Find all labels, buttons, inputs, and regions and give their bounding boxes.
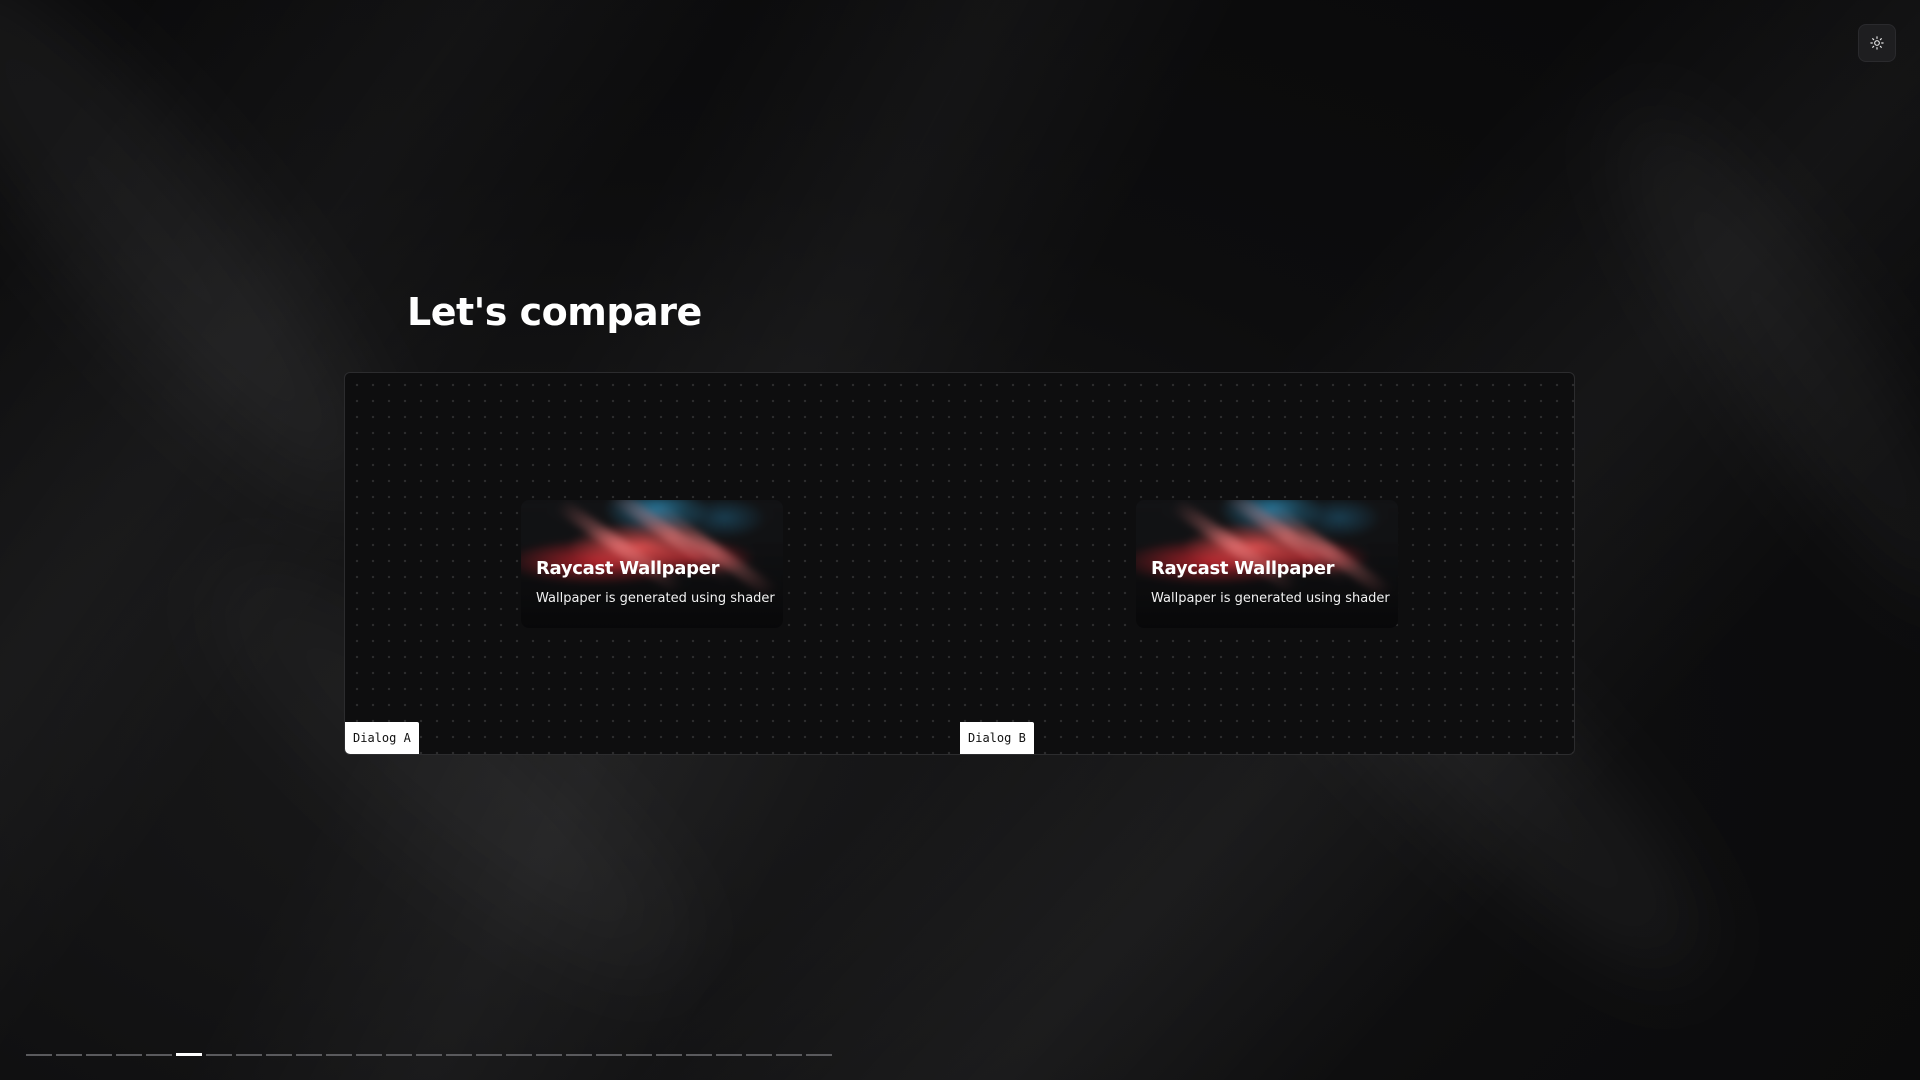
progress-segment[interactable]: [26, 1054, 52, 1056]
progress-segment[interactable]: [326, 1054, 352, 1056]
progress-segment[interactable]: [446, 1054, 472, 1056]
progress-segment[interactable]: [416, 1054, 442, 1056]
progress-segment[interactable]: [506, 1054, 532, 1056]
progress-segment[interactable]: [356, 1054, 382, 1056]
progress-segment[interactable]: [656, 1054, 682, 1056]
progress-segment[interactable]: [626, 1054, 652, 1056]
theme-toggle-button[interactable]: [1858, 24, 1896, 62]
progress-segment-current[interactable]: [176, 1053, 202, 1056]
progress-segment[interactable]: [266, 1054, 292, 1056]
comparison-frame: Raycast Wallpaper Wallpaper is generated…: [344, 372, 1575, 755]
wallpaper-card[interactable]: Raycast Wallpaper Wallpaper is generated…: [1136, 500, 1398, 628]
dialog-a-pane: Raycast Wallpaper Wallpaper is generated…: [345, 373, 960, 754]
wallpaper-card[interactable]: Raycast Wallpaper Wallpaper is generated…: [521, 500, 783, 628]
progress-segment[interactable]: [686, 1054, 712, 1056]
card-title: Raycast Wallpaper: [536, 558, 720, 579]
progress-segment[interactable]: [746, 1054, 772, 1056]
card-title: Raycast Wallpaper: [1151, 558, 1335, 579]
progress-segment[interactable]: [296, 1054, 322, 1056]
progress-segment[interactable]: [146, 1054, 172, 1056]
presentation-stage: Let's compare Raycast Wallpaper Wallpape…: [0, 0, 1920, 1080]
pane-label: Dialog A: [345, 722, 419, 754]
card-description: Wallpaper is generated using shader: [1151, 591, 1390, 606]
progress-segment[interactable]: [806, 1054, 832, 1056]
card-description: Wallpaper is generated using shader: [536, 591, 775, 606]
slide-title: Let's compare: [407, 290, 702, 334]
pane-label: Dialog B: [960, 722, 1034, 754]
progress-segment[interactable]: [56, 1054, 82, 1056]
progress-segment[interactable]: [236, 1054, 262, 1056]
progress-segment[interactable]: [596, 1054, 622, 1056]
progress-segment[interactable]: [476, 1054, 502, 1056]
progress-segment[interactable]: [716, 1054, 742, 1056]
progress-segment[interactable]: [86, 1054, 112, 1056]
progress-segment[interactable]: [776, 1054, 802, 1056]
slide-progress-bar: [26, 1053, 832, 1056]
background-streak: [1578, 79, 1920, 641]
sun-icon: [1870, 36, 1884, 50]
progress-segment[interactable]: [386, 1054, 412, 1056]
progress-segment[interactable]: [536, 1054, 562, 1056]
progress-segment[interactable]: [566, 1054, 592, 1056]
progress-segment[interactable]: [206, 1054, 232, 1056]
dialog-b-pane: Raycast Wallpaper Wallpaper is generated…: [960, 373, 1574, 754]
progress-segment[interactable]: [116, 1054, 142, 1056]
